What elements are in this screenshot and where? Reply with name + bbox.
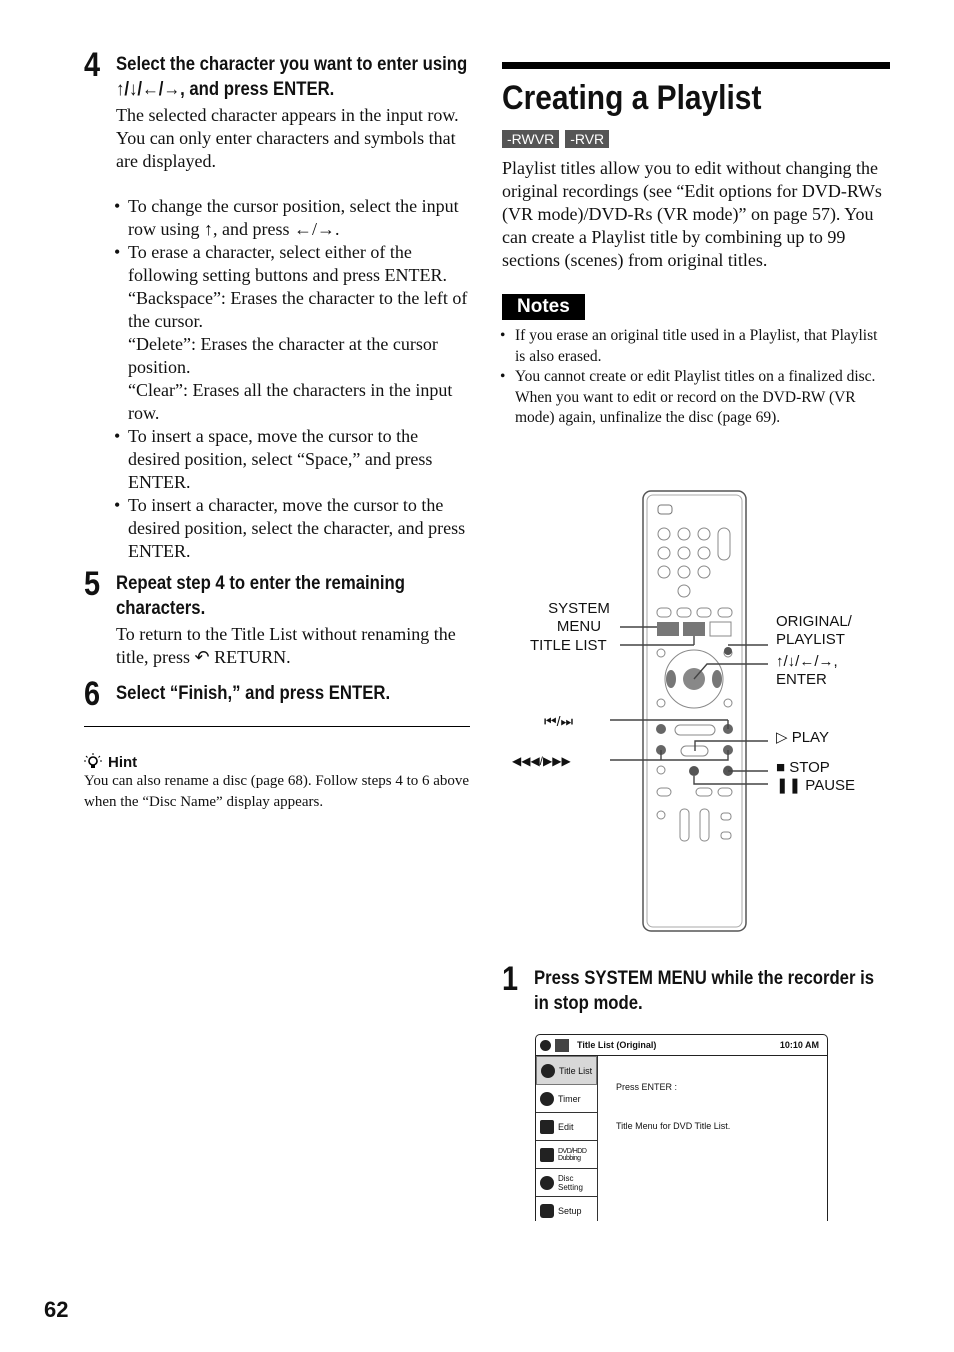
step-5: 5 Repeat step 4 to enter the remaining c… [84,565,472,669]
label-pause: ❚❚ PAUSE [776,777,856,794]
step-number: 4 [84,46,101,84]
screen-message: Title Menu for DVD Title List. [616,1121,731,1131]
screen-header: Title List (Original) 10:10 AM [536,1035,827,1056]
disc-setting-icon [540,1175,554,1190]
menu-item-edit[interactable]: Edit [536,1113,597,1141]
screen-title: Title List (Original) [577,1040,657,1050]
dvd-rw-icon [555,1038,569,1052]
list-item: To insert a character, move the cursor t… [114,494,472,563]
list-item: You cannot create or edit Playlist title… [500,367,890,429]
label-play: ▷ PLAY [776,729,829,746]
screen-content: Press ENTER : Title Menu for DVD Title L… [598,1056,730,1221]
lightbulb-icon [84,753,102,768]
sub-item: “Delete”: Erases the character at the cu… [128,334,438,377]
list-item: To insert a space, move the cursor to th… [114,425,472,494]
hint-text: You can also rename a disc (page 68). Fo… [84,773,470,810]
label-original-playlist: ORIGINAL/ PLAYLIST [776,613,852,648]
step-6: 6 Select “Finish,” and press ENTER. [84,675,472,713]
bullet-list: To change the cursor position, select th… [114,195,472,563]
hint-title: Hint [108,753,138,771]
menu-item-title-list[interactable]: Title List [536,1056,597,1085]
notes-label: Notes [502,294,585,320]
page-title: Creating a Playlist [502,79,762,117]
label-title-list: TITLE LIST [530,637,607,654]
intro-paragraph: Playlist titles allow you to edit withou… [502,158,882,270]
menu-item-dubbing[interactable]: DVD/HDD Dubbing [536,1141,597,1169]
title-list-screen: Title List (Original) 10:10 AM Title Lis… [535,1034,828,1221]
clock-icon [540,1091,554,1106]
sub-item: “Clear”: Erases all the characters in th… [128,380,453,423]
label-stop: ■ STOP [776,759,830,776]
left-column: 4 Select the character you want to enter… [84,46,472,813]
label-scan: ◀◀◀/▶▶▶ [512,754,571,768]
paragraph: You can only enter characters and symbol… [116,128,456,171]
toolbox-icon [540,1203,554,1218]
menu-item-setup[interactable]: Setup [536,1197,597,1221]
paragraph: The selected character appears in the in… [116,105,459,125]
label-skip: ⏮/⏭ [544,713,574,729]
page-number: 62 [44,1297,69,1322]
step-heading: Repeat step 4 to enter the remaining cha… [116,573,405,619]
step-number: 6 [84,675,101,713]
disc-icon [540,1039,551,1051]
paragraph: To return to the Title List without rena… [116,624,456,667]
badge-rwvr: -RWVR [502,130,560,148]
step-number: 5 [84,565,101,603]
step-heading: Press SYSTEM MENU while the recorder is … [534,968,875,1014]
dubbing-icon [540,1147,554,1162]
title-list-icon [541,1063,555,1078]
list-item: If you erase an original title used in a… [500,326,890,367]
list-item: To erase a character, select either of t… [114,241,472,425]
hint-box: Hint You can also rename a disc (page 68… [84,753,472,813]
notes-list: If you erase an original title used in a… [500,326,890,429]
screen-menu: Title List Timer Edit DVD/HDD Dubbing Di… [536,1056,598,1221]
step-1: 1 Press SYSTEM MENU while the recorder i… [502,960,890,1016]
step-heading: Select “Finish,” and press ENTER. [116,683,391,704]
step-heading: Select the character you want to enter u… [116,54,468,100]
screen-time: 10:10 AM [779,1040,819,1050]
remote-control-illustration [610,490,768,932]
menu-item-timer[interactable]: Timer [536,1085,597,1113]
screen-message: Press ENTER : [616,1082,678,1092]
right-column: Creating a Playlist -RWVR -RVR Playlist t… [500,62,890,429]
label-arrows-enter: ↑/↓/←/→, ENTER [776,653,838,688]
step-number: 1 [502,960,519,998]
sub-item: “Backspace”: Erases the character to the… [128,288,468,331]
divider [84,726,470,727]
scissors-icon [540,1119,554,1134]
list-item: To change the cursor position, select th… [114,195,472,241]
label-system-menu: SYSTEM MENU [548,600,610,635]
badge-rvr: -RVR [565,130,610,148]
disc-badges: -RWVR -RVR [502,130,890,149]
step-4: 4 Select the character you want to enter… [84,46,472,563]
title-rule [502,62,890,69]
menu-item-disc-setting[interactable]: Disc Setting [536,1169,597,1197]
